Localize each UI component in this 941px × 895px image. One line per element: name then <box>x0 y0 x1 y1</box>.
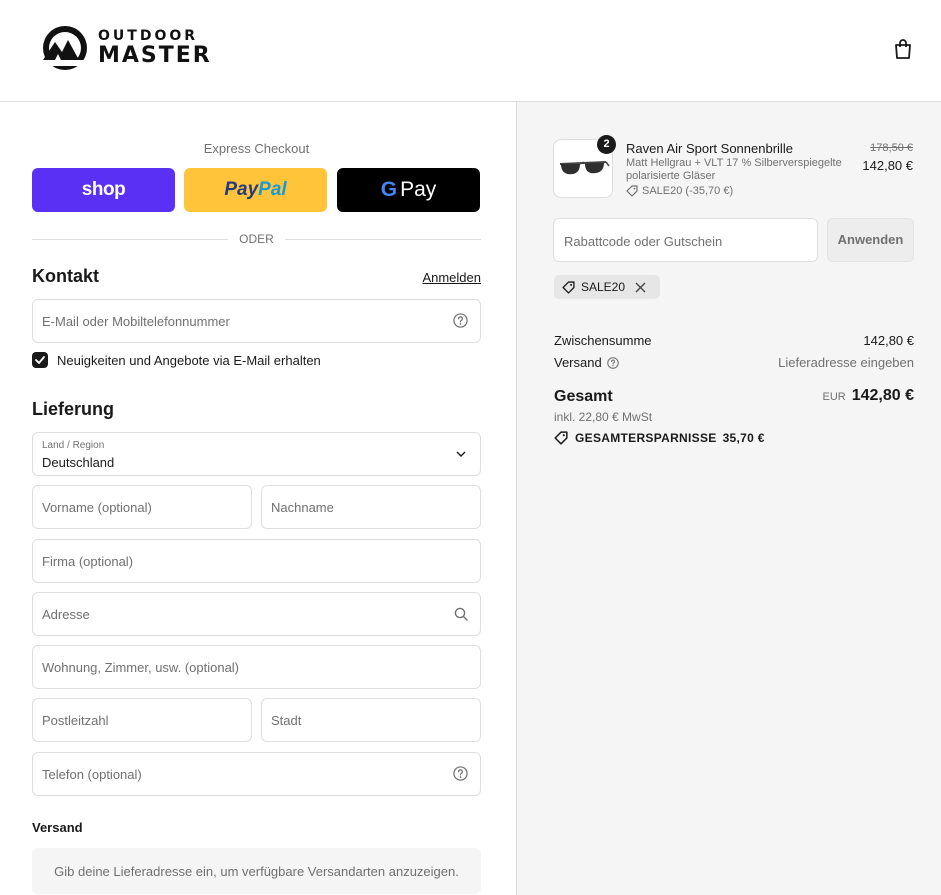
discount-code-placeholder: Rabattcode oder Gutschein <box>564 234 723 249</box>
shipping-cost-label: Versand <box>554 355 602 370</box>
city-placeholder: Stadt <box>271 713 302 728</box>
last-name-field[interactable]: Nachname <box>261 485 481 529</box>
header: OUTDOOR MASTER <box>0 0 941 102</box>
shipping-cost-label-wrap: Versand <box>554 355 619 370</box>
paypal-label-pal: Pal <box>258 179 287 200</box>
country-select-value: Deutschland <box>42 455 115 470</box>
or-divider: ODER <box>32 232 481 246</box>
phone-field[interactable]: Telefon (optional) <box>32 752 481 796</box>
brand-logo[interactable]: OUTDOOR MASTER <box>38 26 212 70</box>
apartment-field[interactable]: Wohnung, Zimmer, usw. (optional) <box>32 645 481 689</box>
total-currency: EUR <box>822 391 846 403</box>
country-select-label: Land / Region <box>42 440 105 451</box>
company-field[interactable]: Firma (optional) <box>32 539 481 583</box>
shop-pay-button[interactable]: shop <box>32 168 175 212</box>
mountain-logo-icon <box>43 26 87 70</box>
savings-label: GESAMTERSPARNISSE <box>575 431 717 445</box>
tag-icon <box>554 431 568 445</box>
tag-icon <box>626 185 638 197</box>
applied-code-text: SALE20 <box>581 280 626 294</box>
help-icon[interactable] <box>453 313 468 328</box>
savings-value: 35,70 € <box>722 431 765 445</box>
brand-line-1: OUTDOOR <box>98 28 199 44</box>
subtotal-label: Zwischensumme <box>554 333 652 348</box>
product-discount-text: SALE20 (-35,70 €) <box>642 185 734 197</box>
last-name-placeholder: Nachname <box>271 500 334 515</box>
google-pay-button[interactable]: G Pay <box>337 168 480 212</box>
tag-icon <box>562 280 575 294</box>
shipping-notice: Gib deine Lieferadresse ein, um verfügba… <box>32 848 481 894</box>
zip-placeholder: Postleitzahl <box>42 713 109 728</box>
discount-code-input[interactable]: Rabattcode oder Gutschein <box>553 218 818 262</box>
product-old-price: 178,50 € <box>870 142 913 154</box>
first-name-field[interactable]: Vorname (optional) <box>32 485 252 529</box>
email-field-placeholder: E-Mail oder Mobiltelefonnummer <box>42 314 230 329</box>
google-g-icon: G <box>380 178 398 201</box>
tax-line: inkl. 22,80 € MwSt <box>554 410 653 424</box>
product-variant: Matt Hellgrau + VLT 17 % Silberverspiege… <box>626 157 842 182</box>
total-label: Gesamt <box>554 388 613 405</box>
search-icon <box>454 607 468 621</box>
first-name-placeholder: Vorname (optional) <box>42 500 152 515</box>
close-icon[interactable] <box>635 282 646 293</box>
country-select[interactable]: Land / Region Deutschland <box>32 432 481 476</box>
shop-pay-label: shop <box>81 179 126 200</box>
total-amount: EUR 142,80 € <box>822 387 914 405</box>
newsletter-checkbox[interactable] <box>32 352 48 368</box>
contact-title: Kontakt <box>32 266 99 286</box>
brand-line-2: MASTER <box>98 43 212 68</box>
quantity-badge: 2 <box>597 135 616 154</box>
check-icon <box>35 356 45 364</box>
city-field[interactable]: Stadt <box>261 698 481 742</box>
shipping-title: Versand <box>32 820 83 835</box>
total-value: 142,80 € <box>851 387 914 404</box>
help-icon[interactable] <box>606 356 619 369</box>
newsletter-option: Neuigkeiten und Angebote via E-Mail erha… <box>32 352 321 368</box>
order-summary: 2 Raven Air Sport Sonnenbrille Matt Hell… <box>517 102 941 895</box>
apply-code-button[interactable]: Anwenden <box>827 218 914 262</box>
delivery-title: Lieferung <box>32 399 115 419</box>
paypal-button[interactable]: Pay Pal <box>184 168 327 212</box>
help-icon[interactable] <box>453 766 468 781</box>
applied-code-chip: SALE20 <box>554 275 661 299</box>
email-field[interactable]: E-Mail oder Mobiltelefonnummer <box>32 299 481 343</box>
total-savings: GESAMTERSPARNISSE 35,70 € <box>554 431 765 445</box>
subtotal-value: 142,80 € <box>863 333 914 348</box>
checkout-form: Express Checkout shop Pay Pal G Pay ODER … <box>0 102 517 895</box>
shopping-bag-icon[interactable] <box>893 38 913 60</box>
newsletter-label: Neuigkeiten und Angebote via E-Mail erha… <box>57 352 321 368</box>
google-pay-label: Pay <box>400 178 437 201</box>
zip-field[interactable]: Postleitzahl <box>32 698 252 742</box>
phone-placeholder: Telefon (optional) <box>42 767 142 782</box>
chevron-down-icon <box>456 451 466 457</box>
product-price: 142,80 € <box>862 158 913 173</box>
address-placeholder: Adresse <box>42 607 90 622</box>
express-checkout-title: Express Checkout <box>203 141 310 156</box>
product-discount: SALE20 (-35,70 €) <box>626 185 733 197</box>
address-field[interactable]: Adresse <box>32 592 481 636</box>
apartment-placeholder: Wohnung, Zimmer, usw. (optional) <box>42 660 240 675</box>
company-placeholder: Firma (optional) <box>42 554 134 569</box>
product-name: Raven Air Sport Sonnenbrille <box>626 141 793 156</box>
login-link[interactable]: Anmelden <box>380 270 481 285</box>
shipping-cost-value: Lieferadresse eingeben <box>778 355 914 370</box>
paypal-label-pay: Pay <box>224 179 259 200</box>
